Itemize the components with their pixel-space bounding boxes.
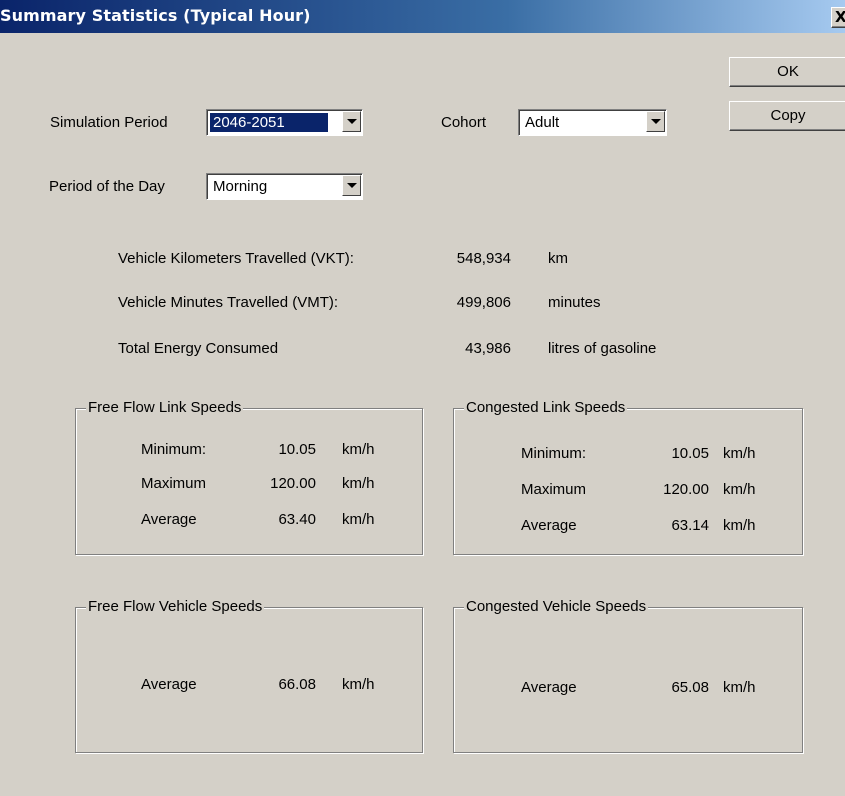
- row-unit: km/h: [723, 445, 756, 462]
- chevron-down-icon[interactable]: [342, 175, 361, 196]
- free-flow-vehicle-speeds-group: Free Flow Vehicle Speeds Average 66.08 k…: [75, 598, 423, 753]
- row-unit: km/h: [723, 517, 756, 534]
- vmt-label: Vehicle Minutes Travelled (VMT):: [118, 294, 339, 311]
- chevron-down-icon[interactable]: [646, 111, 665, 132]
- row-unit: km/h: [342, 441, 375, 458]
- period-of-day-select[interactable]: Morning: [206, 173, 363, 200]
- chevron-down-icon[interactable]: [342, 111, 361, 132]
- title-bar[interactable]: Summary Statistics (Typical Hour) X: [0, 0, 845, 33]
- energy-label: Total Energy Consumed: [118, 340, 279, 357]
- row-unit: km/h: [342, 511, 375, 528]
- row-label: Maximum: [141, 475, 207, 492]
- cohort-value: Adult: [525, 114, 560, 131]
- row-unit: km/h: [723, 679, 756, 696]
- energy-value: 43,986: [465, 340, 511, 357]
- close-button[interactable]: X: [831, 7, 845, 28]
- vmt-unit: minutes: [548, 294, 601, 311]
- row-unit: km/h: [342, 475, 375, 492]
- ok-button[interactable]: OK: [729, 57, 845, 87]
- row-value: 120.00: [663, 481, 709, 498]
- row-unit: km/h: [342, 676, 375, 693]
- row-value: 10.05: [671, 445, 709, 462]
- simulation-period-label: Simulation Period: [50, 114, 168, 131]
- period-of-day-label: Period of the Day: [49, 178, 165, 195]
- row-label: Average: [521, 679, 577, 696]
- row-label: Average: [141, 676, 197, 693]
- group-title: Congested Vehicle Speeds: [464, 598, 649, 616]
- row-value: 63.14: [671, 517, 709, 534]
- cohort-label: Cohort: [441, 114, 487, 131]
- row-value: 66.08: [278, 676, 316, 693]
- row-value: 63.40: [278, 511, 316, 528]
- vkt-value: 548,934: [456, 250, 511, 267]
- energy-unit: litres of gasoline: [548, 340, 657, 357]
- copy-button[interactable]: Copy: [729, 101, 845, 131]
- row-unit: km/h: [723, 481, 756, 498]
- simulation-period-select[interactable]: 2046-2051: [206, 109, 363, 136]
- group-title: Congested Link Speeds: [464, 399, 628, 417]
- row-value: 10.05: [278, 441, 316, 458]
- group-title: Free Flow Vehicle Speeds: [86, 598, 265, 616]
- row-value: 120.00: [270, 475, 316, 492]
- congested-link-speeds-group: Congested Link Speeds Minimum: 10.05 km/…: [453, 399, 803, 555]
- row-label: Minimum:: [521, 445, 587, 462]
- vkt-unit: km: [548, 250, 568, 267]
- congested-vehicle-speeds-group: Congested Vehicle Speeds Average 65.08 k…: [453, 598, 803, 753]
- free-flow-link-speeds-group: Free Flow Link Speeds Minimum: 10.05 km/…: [75, 399, 423, 555]
- cohort-select[interactable]: Adult: [518, 109, 667, 136]
- row-value: 65.08: [671, 679, 709, 696]
- row-label: Average: [141, 511, 197, 528]
- vmt-value: 499,806: [456, 294, 511, 311]
- group-title: Free Flow Link Speeds: [86, 399, 244, 417]
- row-label: Minimum:: [141, 441, 207, 458]
- window-title: Summary Statistics (Typical Hour): [0, 6, 311, 25]
- row-label: Average: [521, 517, 577, 534]
- simulation-period-value: 2046-2051: [210, 113, 328, 132]
- row-label: Maximum: [521, 481, 587, 498]
- vkt-label: Vehicle Kilometers Travelled (VKT):: [118, 250, 354, 267]
- close-icon: X: [835, 8, 845, 26]
- period-of-day-value: Morning: [213, 178, 268, 195]
